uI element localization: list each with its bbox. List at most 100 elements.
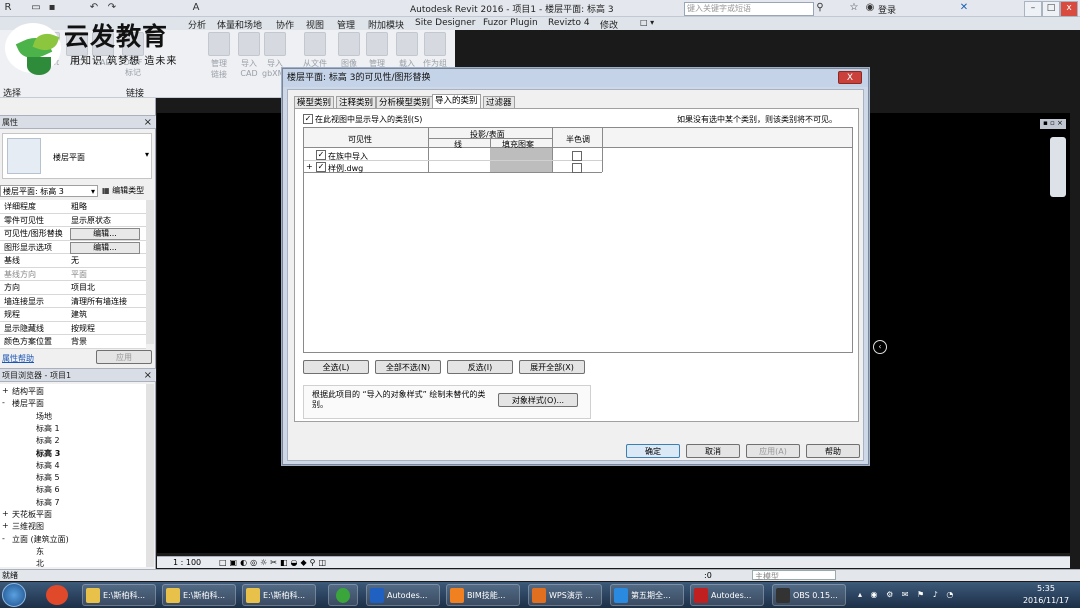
expand-all-button[interactable]: 展开全部(X)	[519, 360, 585, 374]
start-button[interactable]	[2, 583, 26, 607]
status-text: 就绪	[2, 571, 18, 580]
expand-icon[interactable]: +	[2, 509, 9, 518]
clock-date[interactable]: 2016/11/17	[1016, 596, 1076, 605]
property-row: 颜色方案位置 背景	[0, 335, 146, 349]
undo-icon[interactable]: ↶	[88, 2, 100, 14]
row-visibility-checkbox[interactable]: ✓	[316, 162, 326, 172]
app-icon	[694, 588, 708, 603]
tree-item[interactable]: 标高 5	[36, 472, 60, 483]
expand-icon[interactable]: +	[2, 521, 9, 530]
minimize-button[interactable]: –	[1024, 1, 1042, 17]
tray-icons[interactable]: ▴ ◉ ⚙ ✉ ⚑ ♪ ◔	[858, 590, 956, 599]
view-tools-icon[interactable]: □▣◐◎☼✂◧◒◆⚲◫	[219, 557, 329, 568]
text-icon[interactable]: A	[190, 2, 202, 14]
property-value: 显示原状态	[71, 215, 111, 225]
apply-dialog-button[interactable]: 应用(A)	[746, 444, 800, 458]
image-button[interactable]: 图像	[336, 32, 362, 69]
tree-item[interactable]: 标高 7	[36, 497, 60, 508]
dialog-body: 模型类别 注释类别 分析模型类别 导入的类别 过滤器 ✓ 在此视图中显示导入的类…	[287, 89, 864, 461]
edit-type-button[interactable]: ▦ 编辑类型	[102, 185, 144, 196]
tab-revizto[interactable]: Revizto 4	[548, 18, 590, 28]
properties-help-link[interactable]: 属性帮助	[2, 353, 34, 364]
tree-item[interactable]: 东	[36, 546, 44, 557]
view-selector[interactable]: 楼层平面: 标高 3 ▾	[0, 185, 98, 197]
dialog-close-button[interactable]: X	[838, 71, 862, 84]
maximize-button[interactable]: □	[1042, 1, 1060, 17]
app-menu-icon[interactable]: R	[2, 2, 14, 14]
ok-button[interactable]: 确定	[626, 444, 680, 458]
tree-item[interactable]: 标高 4	[36, 460, 60, 471]
context-tab[interactable]: □ ▾	[640, 18, 654, 27]
select-all-button[interactable]: 全选(L)	[303, 360, 369, 374]
tab-fuzor[interactable]: Fuzor Plugin	[483, 18, 538, 28]
taskbar-item[interactable]: E:\斯柏科...	[162, 584, 236, 606]
properties-scrollbar[interactable]	[146, 200, 154, 344]
halftone-checkbox[interactable]	[572, 151, 582, 161]
tree-item[interactable]: - 立面 (建筑立面)	[2, 534, 69, 545]
tree-item[interactable]: 标高 2	[36, 435, 60, 446]
scale-selector[interactable]: 1 : 100	[173, 557, 201, 568]
expand-icon[interactable]: +	[306, 162, 313, 171]
clock-time[interactable]: 5:35	[1016, 584, 1076, 593]
expand-icon[interactable]: -	[2, 534, 5, 543]
tree-item[interactable]: - 楼层平面	[2, 398, 44, 409]
import-cad-button[interactable]: 导入 CAD	[236, 32, 262, 78]
apply-button[interactable]: 应用	[96, 350, 152, 364]
browser-scrollbar[interactable]	[146, 384, 154, 567]
tree-item[interactable]: + 天花板平面	[2, 509, 52, 520]
show-imported-checkbox[interactable]: ✓	[303, 114, 313, 124]
expand-icon[interactable]: -	[2, 398, 5, 407]
tree-item[interactable]: 标高 1	[36, 423, 60, 434]
exchange-icon[interactable]: ✕	[958, 2, 970, 14]
taskbar-item[interactable]: E:\斯柏科...	[242, 584, 316, 606]
pinned-app-icon[interactable]	[46, 585, 68, 605]
login-button[interactable]: 登录	[878, 3, 896, 16]
user-icon[interactable]: ◉	[864, 2, 876, 14]
manage-links-button[interactable]: 管理 链接	[206, 32, 232, 80]
taskbar-item[interactable]	[328, 584, 358, 606]
edit-button[interactable]: 编辑...	[70, 228, 140, 240]
active-workset[interactable]: 主模型	[752, 570, 836, 581]
taskbar-item[interactable]: BIM技能...	[446, 584, 520, 606]
view-window-controls[interactable]: ▪ ▫ ×	[1040, 119, 1066, 129]
open-icon[interactable]: ▭	[30, 2, 42, 14]
close-icon[interactable]: ×	[144, 116, 152, 129]
invert-button[interactable]: 反选(I)	[447, 360, 513, 374]
object-styles-button[interactable]: 对象样式(O)...	[498, 393, 578, 407]
tree-item[interactable]: + 结构平面	[2, 386, 44, 397]
row-visibility-checkbox[interactable]: ✓	[316, 150, 326, 160]
tree-item-label: 东	[36, 546, 44, 556]
taskbar-item[interactable]: WPS演示 ...	[528, 584, 602, 606]
select-none-button[interactable]: 全部不选(N)	[375, 360, 441, 374]
search-input[interactable]: 键入关键字或短语	[684, 2, 814, 16]
taskbar-item[interactable]: OBS 0.15...	[772, 584, 846, 606]
filter-count[interactable]: :0	[704, 570, 712, 581]
tree-item[interactable]: 场地	[36, 411, 52, 422]
cancel-button[interactable]: 取消	[686, 444, 740, 458]
tree-item[interactable]: 标高 3	[36, 448, 60, 459]
redo-icon[interactable]: ↷	[106, 2, 118, 14]
taskbar-item[interactable]: E:\斯柏科...	[82, 584, 156, 606]
expand-icon[interactable]: +	[2, 386, 9, 395]
type-selector[interactable]: 楼层平面 ▾	[2, 133, 152, 179]
logo-icon	[5, 23, 61, 75]
close-button[interactable]: x	[1060, 1, 1078, 17]
tree-item[interactable]: + 三维视图	[2, 521, 44, 532]
taskbar-item[interactable]: Autodes...	[690, 584, 764, 606]
halftone-checkbox[interactable]	[572, 163, 582, 173]
tree-item[interactable]: 标高 6	[36, 484, 60, 495]
help-button[interactable]: 帮助	[806, 444, 860, 458]
tab-imported-categories[interactable]: 导入的类别	[432, 94, 481, 109]
star-icon[interactable]: ☆	[848, 2, 860, 14]
col-projection: 投影/表面	[470, 130, 505, 139]
navigation-bar[interactable]	[1050, 137, 1066, 197]
close-icon[interactable]: ×	[144, 369, 152, 382]
save-icon[interactable]: ▪	[46, 2, 58, 14]
tree-item[interactable]: 北	[36, 558, 44, 569]
binoculars-icon[interactable]: ⚲	[814, 2, 826, 14]
tab-site-designer[interactable]: Site Designer	[415, 18, 475, 28]
taskbar-item[interactable]: 第五期全...	[610, 584, 684, 606]
tab-modify[interactable]: 修改	[600, 18, 618, 31]
edit-button[interactable]: 编辑...	[70, 241, 140, 254]
taskbar-item[interactable]: Autodes...	[366, 584, 440, 606]
